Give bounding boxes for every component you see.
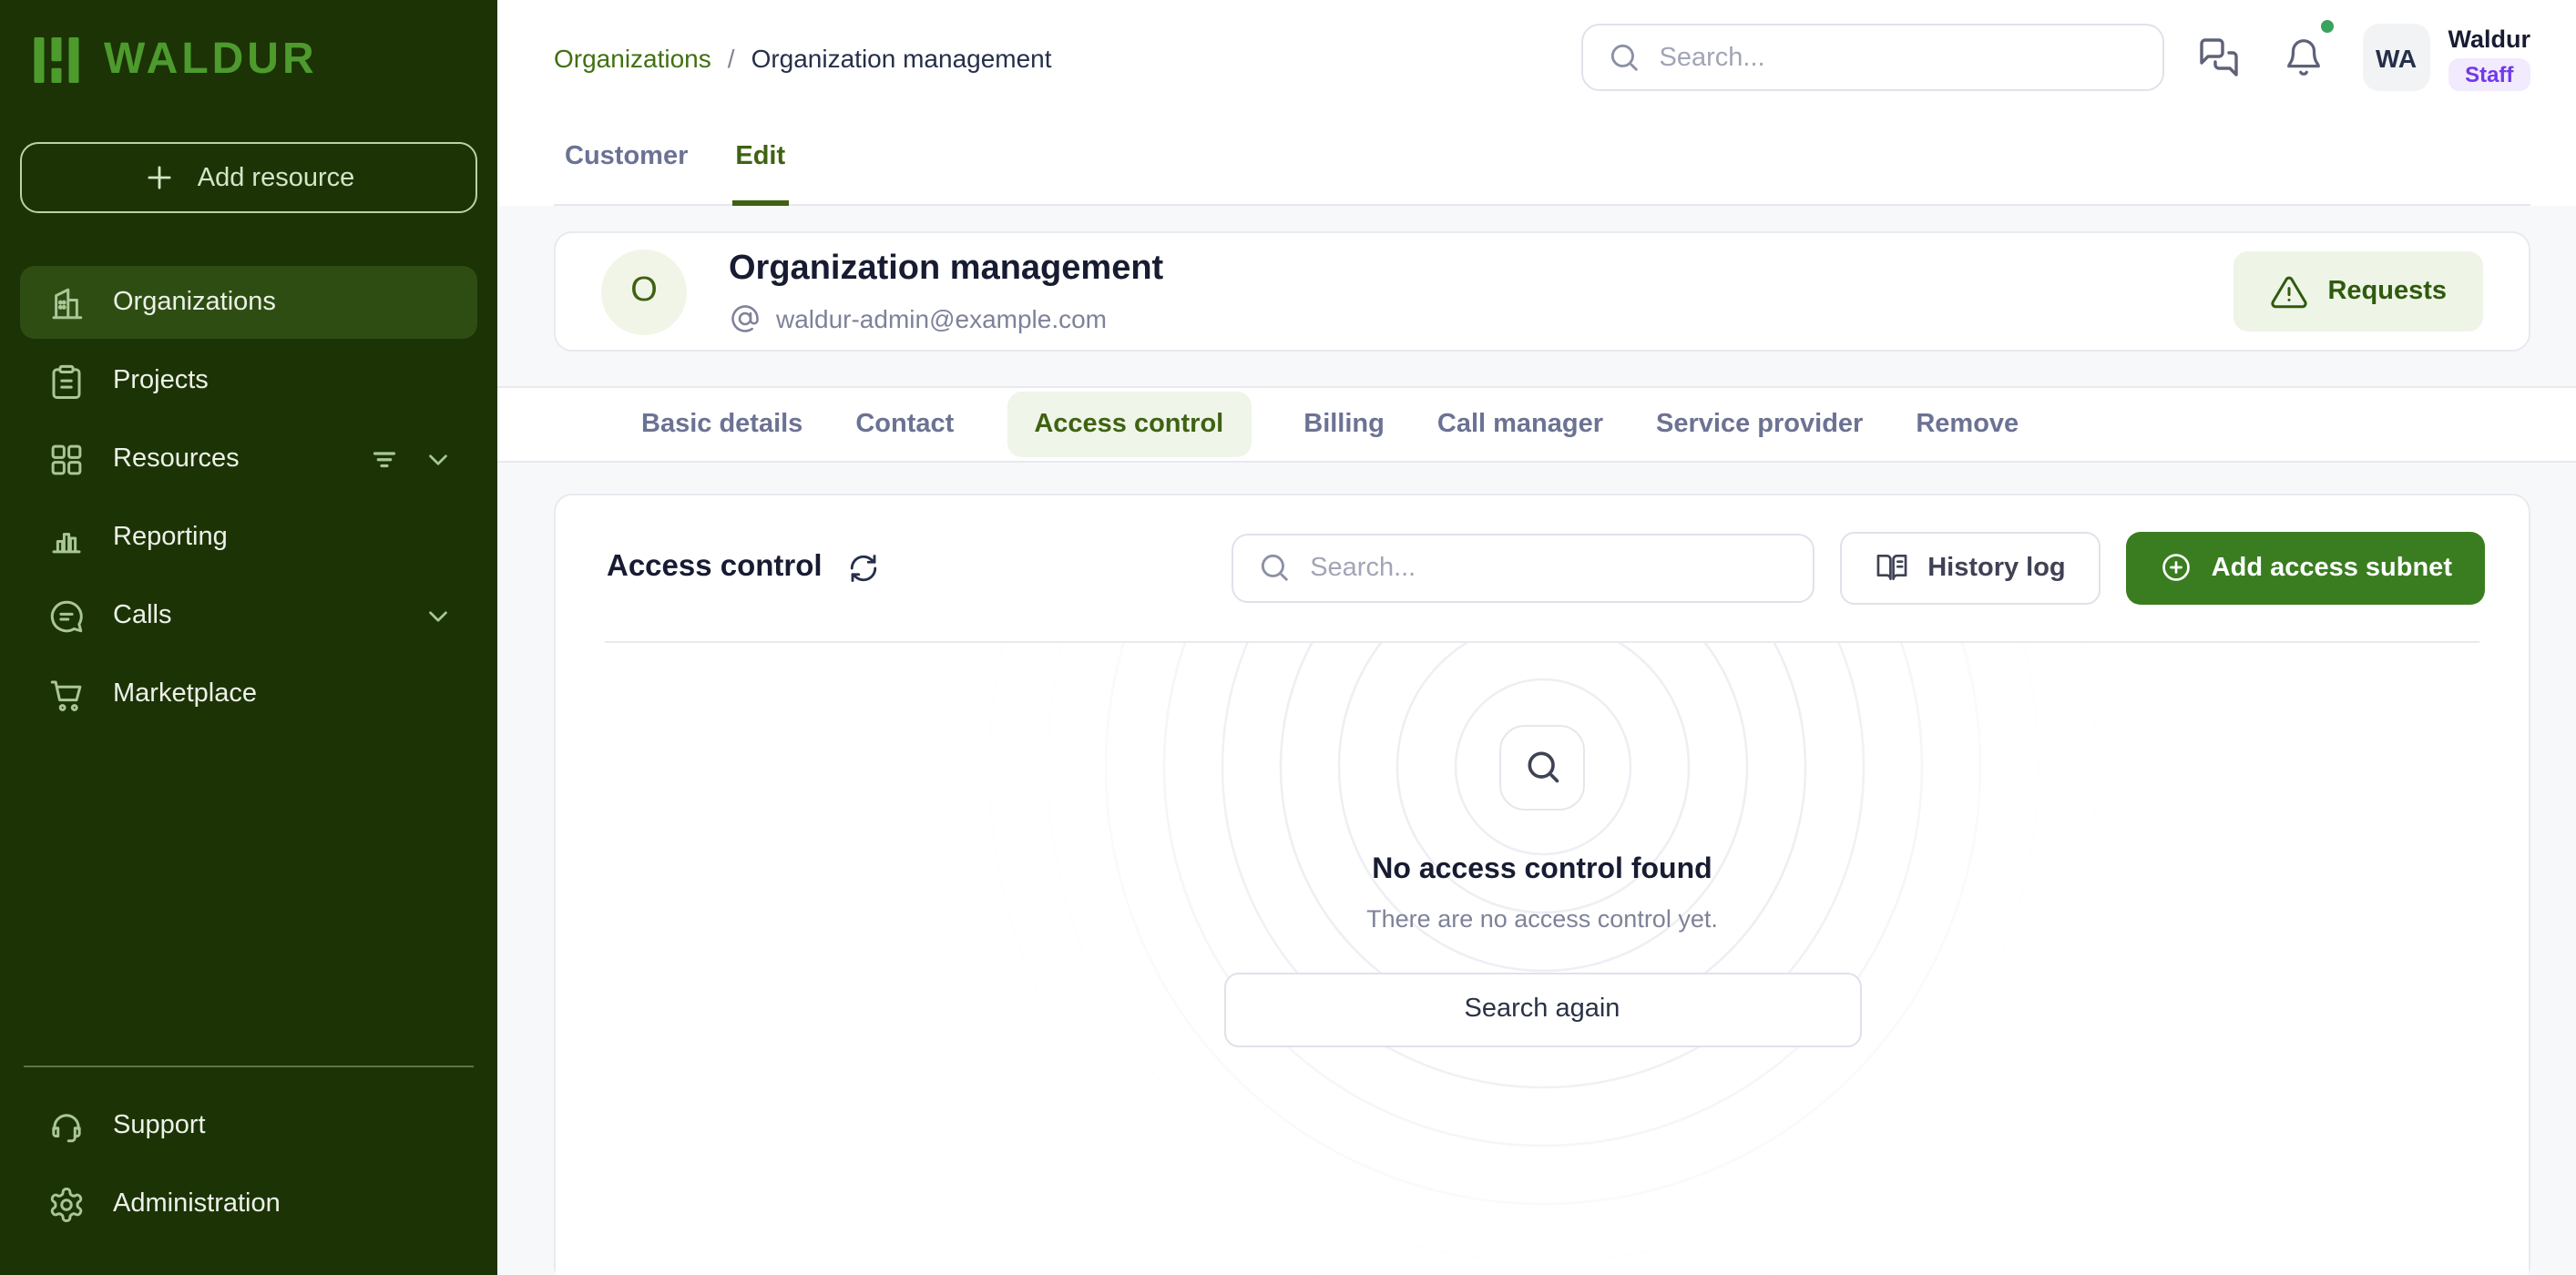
sidebar-nav: Organizations Projects xyxy=(20,266,477,736)
top-bar: Organizations / Organization management xyxy=(497,0,2576,115)
sidebar-item-resources[interactable]: Resources xyxy=(20,423,477,495)
refresh-icon xyxy=(848,552,881,585)
notification-dot xyxy=(2321,20,2334,33)
breadcrumb-organizations-link[interactable]: Organizations xyxy=(554,43,711,72)
cart-icon xyxy=(47,675,86,713)
comment-icon xyxy=(47,597,86,635)
warning-triangle-icon xyxy=(2269,272,2307,311)
sidebar-divider xyxy=(24,1066,474,1067)
search-again-button[interactable]: Search again xyxy=(1223,973,1861,1047)
add-access-subnet-button[interactable]: Add access subnet xyxy=(2126,532,2485,605)
sidebar-item-organizations[interactable]: Organizations xyxy=(20,266,477,339)
chevron-down-icon[interactable] xyxy=(423,444,454,474)
sidebar-item-label: Projects xyxy=(113,366,209,395)
top-zone: Organizations / Organization management xyxy=(497,0,2576,206)
history-log-button[interactable]: History log xyxy=(1840,532,2100,605)
requests-button[interactable]: Requests xyxy=(2233,251,2483,332)
tab-basic-details[interactable]: Basic details xyxy=(641,410,802,439)
plus-icon xyxy=(143,160,178,195)
sidebar-item-support[interactable]: Support xyxy=(20,1089,477,1162)
organization-title: Organization management xyxy=(729,249,1163,289)
add-resource-button[interactable]: Add resource xyxy=(20,142,477,213)
search-icon xyxy=(1522,748,1562,788)
sidebar-item-label: Marketplace xyxy=(113,679,257,709)
top-right: WA Waldur Staff xyxy=(1581,24,2531,91)
panel-header: Access control xyxy=(556,495,2529,641)
empty-search-icon-box xyxy=(1499,725,1585,811)
notifications-button[interactable] xyxy=(2283,36,2325,78)
search-icon xyxy=(1257,551,1292,586)
breadcrumb: Organizations / Organization management xyxy=(554,43,1052,72)
sidebar-item-administration[interactable]: Administration xyxy=(20,1168,477,1240)
sidebar-item-label: Calls xyxy=(113,601,171,630)
panel-title: Access control xyxy=(607,551,823,586)
staff-badge: Staff xyxy=(2448,57,2530,90)
breadcrumb-separator: / xyxy=(728,43,735,72)
avatar[interactable]: WA xyxy=(2363,24,2430,91)
plus-circle-icon xyxy=(2159,551,2193,586)
sidebar-item-label: Support xyxy=(113,1111,206,1140)
main-area: Organizations / Organization management xyxy=(497,0,2576,1275)
tab-access-control[interactable]: Access control xyxy=(1007,392,1251,457)
bar-chart-icon xyxy=(47,518,86,556)
organization-email: waldur-admin@example.com xyxy=(729,301,1163,334)
content-area: O Organization management waldur-admin@e… xyxy=(497,206,2576,1275)
waldur-app: WALDUR Add resource Organizations xyxy=(0,0,2576,1275)
page-tabs: Customer Edit xyxy=(497,115,2576,206)
sidebar-item-calls[interactable]: Calls xyxy=(20,579,477,652)
section-tabs: Basic details Contact Access control Bil… xyxy=(497,386,2576,463)
organization-card: O Organization management waldur-admin@e… xyxy=(554,231,2530,352)
headset-icon xyxy=(47,1107,86,1145)
chevron-down-icon[interactable] xyxy=(423,600,454,631)
global-search-input[interactable] xyxy=(1660,43,2139,72)
gear-icon xyxy=(47,1185,86,1223)
bell-icon xyxy=(2283,36,2325,78)
at-sign-icon xyxy=(729,301,762,334)
building-icon xyxy=(47,283,86,321)
search-icon xyxy=(1607,40,1641,75)
breadcrumb-current: Organization management xyxy=(751,43,1052,72)
tab-billing[interactable]: Billing xyxy=(1303,410,1385,439)
empty-state-title: No access control found xyxy=(1372,854,1712,887)
filter-icon[interactable] xyxy=(368,443,401,475)
empty-state: No access control found There are no acc… xyxy=(556,643,2529,1275)
grid-icon xyxy=(47,440,86,478)
tab-call-manager[interactable]: Call manager xyxy=(1437,410,1603,439)
sidebar-item-label: Resources xyxy=(113,444,240,474)
sidebar-item-projects[interactable]: Projects xyxy=(20,344,477,417)
logo[interactable]: WALDUR xyxy=(20,33,477,87)
access-control-panel: Access control xyxy=(554,494,2530,1275)
global-search xyxy=(1581,24,2164,91)
tab-service-provider[interactable]: Service provider xyxy=(1656,410,1863,439)
clipboard-icon xyxy=(47,362,86,400)
sidebar: WALDUR Add resource Organizations xyxy=(0,0,497,1275)
organization-avatar: O xyxy=(601,249,687,334)
refresh-button[interactable] xyxy=(848,552,881,585)
sidebar-item-label: Reporting xyxy=(113,523,228,552)
panel-search xyxy=(1232,534,1814,603)
sidebar-item-marketplace[interactable]: Marketplace xyxy=(20,658,477,730)
panel-actions: History log Add access subnet xyxy=(1232,532,2485,605)
messages-button[interactable] xyxy=(2197,36,2241,79)
empty-state-subtitle: There are no access control yet. xyxy=(1366,905,1718,933)
sidebar-item-label: Organizations xyxy=(113,288,276,317)
tab-edit[interactable]: Edit xyxy=(731,115,789,206)
panel-search-input[interactable] xyxy=(1310,554,1789,583)
sidebar-item-label: Administration xyxy=(113,1189,281,1219)
tab-customer[interactable]: Customer xyxy=(561,115,691,206)
user-info: Waldur Staff xyxy=(2448,25,2531,90)
tab-contact[interactable]: Contact xyxy=(855,410,954,439)
book-icon xyxy=(1875,551,1909,586)
logo-text: WALDUR xyxy=(104,35,318,86)
waldur-logo-icon xyxy=(29,33,84,87)
chat-icon xyxy=(2197,36,2241,79)
tab-remove[interactable]: Remove xyxy=(1916,410,2019,439)
user-name: Waldur xyxy=(2448,25,2531,52)
sidebar-item-reporting[interactable]: Reporting xyxy=(20,501,477,574)
